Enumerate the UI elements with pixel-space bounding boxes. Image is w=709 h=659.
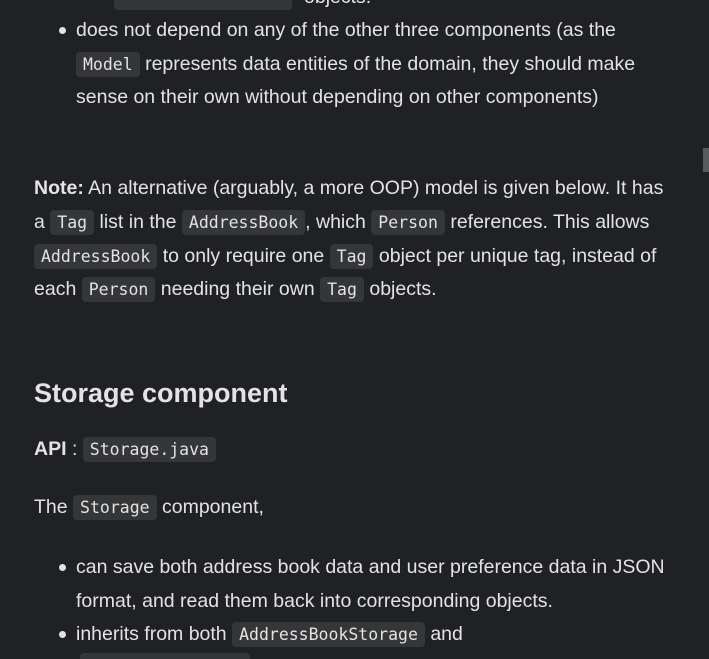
inline-code: AddressBook (34, 243, 158, 269)
list-item: does not depend on any of the other thre… (34, 14, 674, 115)
clipped-inline-code (114, 0, 292, 10)
note-paragraph: Note: An alternative (arguably, a more O… (34, 172, 674, 307)
note-text: to only require one (162, 244, 325, 267)
intro-paragraph: The Storage component, (34, 495, 264, 520)
inline-code: Tag (50, 209, 95, 235)
note-text: objects. (369, 278, 437, 301)
api-label: API (34, 438, 67, 460)
list-text: does not depend on any of the other thre… (76, 19, 616, 41)
scrollbar-thumb[interactable] (703, 148, 709, 172)
list-text: represents data entities of the domain, … (76, 52, 636, 109)
clipped-text: objects. (304, 0, 371, 8)
inline-code: Tag (320, 277, 364, 303)
api-line: API : Storage.java (34, 437, 216, 462)
intro-text: component, (162, 496, 264, 518)
api-file-link[interactable]: Storage.java (82, 437, 216, 462)
note-text: needing their own (160, 278, 315, 301)
api-separator: : (71, 438, 78, 460)
clipped-inline-code-bottom (80, 653, 250, 659)
inline-code: Person (81, 277, 156, 303)
section-heading: Storage component (34, 378, 288, 408)
list-text: and (430, 623, 463, 646)
list-item: can save both address book data and user… (34, 551, 674, 618)
note-text: list in the (99, 210, 177, 233)
storage-feature-list: can save both address book data and user… (34, 551, 674, 652)
intro-text: The (34, 496, 68, 518)
inline-code: AddressBook (181, 209, 306, 235)
list-item: inherits from both AddressBookStorage an… (34, 618, 674, 652)
note-text: references. This allows (450, 210, 650, 233)
inline-code: AddressBookStorage (232, 622, 425, 648)
inline-code: Person (371, 209, 445, 235)
inline-code: Tag (329, 243, 374, 269)
list-text: inherits from both (76, 623, 227, 646)
inline-code: Storage (73, 495, 157, 520)
note-label: Note: (34, 177, 84, 199)
list-text: can save both address book data and user… (76, 556, 665, 612)
note-text: , which (305, 210, 366, 233)
component-list: does not depend on any of the other thre… (34, 14, 674, 115)
inline-code: Model (76, 51, 140, 77)
